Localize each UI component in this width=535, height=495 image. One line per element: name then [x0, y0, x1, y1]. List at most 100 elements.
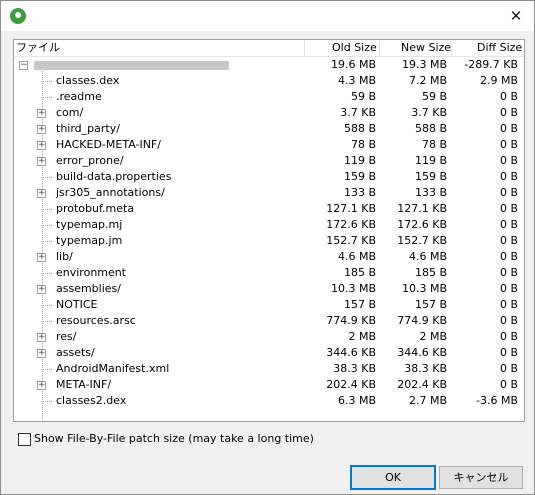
- old-size: 6.3 MB: [337, 394, 376, 407]
- file-name: environment: [56, 266, 127, 279]
- column-header-new-size[interactable]: New Size: [401, 41, 451, 55]
- expand-icon[interactable]: +: [37, 189, 46, 198]
- file-name: META-INF/: [56, 378, 112, 391]
- file-name: AndroidManifest.xml: [56, 362, 170, 375]
- expand-icon[interactable]: +: [37, 109, 46, 118]
- old-size: 159 B: [343, 170, 376, 183]
- new-size: 4.6 MB: [408, 250, 447, 263]
- new-size: 59 B: [421, 90, 447, 103]
- tree-branch-line: [42, 177, 52, 178]
- file-name: com/: [56, 106, 84, 119]
- new-size: 78 B: [421, 138, 447, 151]
- title-bar: ✕: [1, 1, 534, 31]
- expand-icon[interactable]: +: [37, 285, 46, 294]
- tree-branch-line: [42, 241, 52, 242]
- column-divider[interactable]: [451, 40, 452, 56]
- expand-icon[interactable]: +: [37, 253, 46, 262]
- file-name: res/: [56, 330, 77, 343]
- new-size: 133 B: [414, 186, 447, 199]
- redacted-root-name: [34, 61, 229, 70]
- tree-row[interactable]: classes2.dex 6.3 MB 2.7 MB -3.6 MB: [14, 393, 524, 409]
- tree-row[interactable]: classes.dex 4.3 MB 7.2 MB 2.9 MB: [14, 73, 524, 89]
- tree-row[interactable]: + error_prone/119 B 119 B 0 B: [14, 153, 524, 169]
- tree-row[interactable]: protobuf.meta 127.1 KB 127.1 KB 0 B: [14, 201, 524, 217]
- file-name: resources.arsc: [56, 314, 136, 327]
- tree-row[interactable]: + res/2 MB 2 MB 0 B: [14, 329, 524, 345]
- tree-row[interactable]: AndroidManifest.xml 38.3 KB 38.3 KB 0 B: [14, 361, 524, 377]
- new-size: 157 B: [414, 298, 447, 311]
- column-header-file[interactable]: ファイル: [16, 41, 60, 55]
- tree-row[interactable]: + assemblies/10.3 MB 10.3 MB 0 B: [14, 281, 524, 297]
- diff-size: 0 B: [499, 330, 518, 343]
- expand-icon[interactable]: +: [37, 141, 46, 150]
- new-size: 127.1 KB: [397, 202, 447, 215]
- tree-row[interactable]: + lib/4.6 MB 4.6 MB 0 B: [14, 249, 524, 265]
- column-header-old-size[interactable]: Old Size: [332, 41, 377, 55]
- tree-branch-line: [42, 369, 52, 370]
- collapse-icon[interactable]: −: [19, 61, 28, 70]
- file-name: HACKED-META-INF/: [56, 138, 161, 151]
- column-divider[interactable]: [304, 40, 305, 56]
- diff-size: 0 B: [499, 90, 518, 103]
- expand-icon[interactable]: +: [37, 125, 46, 134]
- old-size: 2 MB: [348, 330, 376, 343]
- expand-icon[interactable]: +: [37, 157, 46, 166]
- tree-root-row[interactable]: − 19.6 MB 19.3 MB -289.7 KB: [14, 57, 524, 73]
- old-size: 202.4 KB: [326, 378, 376, 391]
- cancel-button[interactable]: キャンセル: [439, 466, 523, 489]
- tree-children: classes.dex 4.3 MB 7.2 MB 2.9 MB .readme 59 B…: [14, 73, 524, 409]
- size-tree-table[interactable]: ファイル Old Size New Size Diff Size − 19.6 …: [13, 39, 525, 422]
- file-name: third_party/: [56, 122, 120, 135]
- diff-size: 0 B: [499, 122, 518, 135]
- file-name: error_prone/: [56, 154, 124, 167]
- tree-row[interactable]: typemap.mj 172.6 KB 172.6 KB 0 B: [14, 217, 524, 233]
- close-button[interactable]: ✕: [504, 5, 528, 27]
- new-size: 172.6 KB: [397, 218, 447, 231]
- tree-row[interactable]: + assets/344.6 KB 344.6 KB 0 B: [14, 345, 524, 361]
- new-size: 10.3 MB: [401, 282, 447, 295]
- ok-button[interactable]: OK: [350, 465, 436, 490]
- file-name: classes2.dex: [56, 394, 127, 407]
- tree-row[interactable]: .readme 59 B 59 B 0 B: [14, 89, 524, 105]
- new-size: 2 MB: [419, 330, 447, 343]
- column-header-diff-size[interactable]: Diff Size: [477, 41, 522, 55]
- new-size: 19.3 MB: [401, 58, 447, 71]
- file-name: typemap.mj: [56, 218, 123, 231]
- diff-size: 0 B: [499, 378, 518, 391]
- app-icon: [10, 8, 26, 24]
- file-by-file-checkbox[interactable]: [18, 433, 31, 446]
- tree-row[interactable]: resources.arsc 774.9 KB 774.9 KB 0 B: [14, 313, 524, 329]
- diff-size: 0 B: [499, 250, 518, 263]
- tree-row[interactable]: + META-INF/202.4 KB 202.4 KB 0 B: [14, 377, 524, 393]
- old-size: 133 B: [343, 186, 376, 199]
- expand-icon[interactable]: +: [37, 349, 46, 358]
- tree-row[interactable]: environment 185 B 185 B 0 B: [14, 265, 524, 281]
- tree-branch-line: [42, 273, 52, 274]
- diff-size: 0 B: [499, 298, 518, 311]
- old-size: 344.6 KB: [326, 346, 376, 359]
- tree-row[interactable]: build-data.properties 159 B 159 B 0 B: [14, 169, 524, 185]
- tree-branch-line: [42, 401, 52, 402]
- tree-branch-line: [42, 305, 52, 306]
- file-name: typemap.jm: [56, 234, 123, 247]
- diff-size: 0 B: [499, 202, 518, 215]
- old-size: 172.6 KB: [326, 218, 376, 231]
- tree-row[interactable]: NOTICE 157 B 157 B 0 B: [14, 297, 524, 313]
- expand-icon[interactable]: +: [37, 333, 46, 342]
- new-size: 152.7 KB: [397, 234, 447, 247]
- expand-icon[interactable]: +: [37, 381, 46, 390]
- diff-size: -289.7 KB: [464, 58, 518, 71]
- column-divider[interactable]: [379, 40, 380, 56]
- new-size: 185 B: [414, 266, 447, 279]
- file-name: lib/: [56, 250, 73, 263]
- old-size: 38.3 KB: [333, 362, 376, 375]
- tree-row[interactable]: + HACKED-META-INF/78 B 78 B 0 B: [14, 137, 524, 153]
- tree-row[interactable]: typemap.jm 152.7 KB 152.7 KB 0 B: [14, 233, 524, 249]
- dialog-window: ✕ ファイル Old Size New Size Diff Size − 19.…: [0, 0, 535, 495]
- tree-row[interactable]: + jsr305_annotations/133 B 133 B 0 B: [14, 185, 524, 201]
- diff-size: 0 B: [499, 138, 518, 151]
- file-by-file-label[interactable]: Show File-By-File patch size (may take a…: [34, 432, 314, 445]
- tree-row[interactable]: + third_party/588 B 588 B 0 B: [14, 121, 524, 137]
- tree-branch-line: [42, 81, 52, 82]
- tree-row[interactable]: + com/3.7 KB 3.7 KB 0 B: [14, 105, 524, 121]
